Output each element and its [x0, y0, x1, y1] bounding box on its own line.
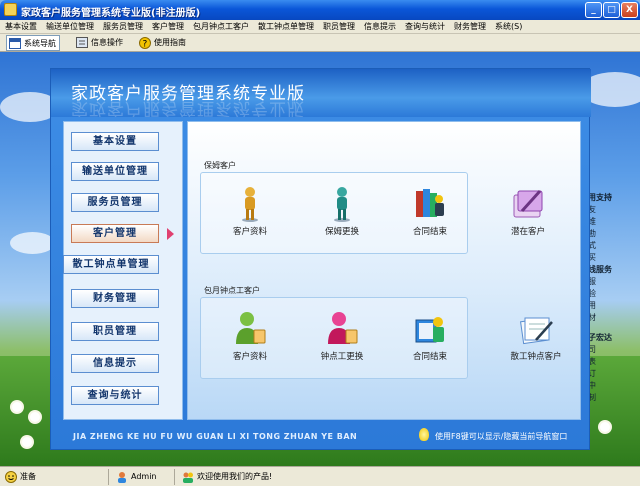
help-icon: ? — [139, 37, 151, 50]
menu-info-alerts[interactable]: 信息提示 — [359, 20, 400, 33]
lightbulb-icon — [419, 428, 429, 441]
status-ready: 准备 — [4, 470, 36, 484]
nav-basic-settings[interactable]: 基本设置 — [71, 132, 159, 151]
notepad-pen-icon — [508, 185, 548, 223]
status-separator — [108, 469, 109, 485]
status-user: Admin — [115, 470, 157, 484]
svg-text:?: ? — [143, 40, 148, 50]
status-bar: 准备 Admin 欢迎使用我们的产品! — [0, 466, 640, 486]
menu-system[interactable]: 系统(S) — [490, 20, 526, 33]
menu-customer[interactable]: 客户管理 — [147, 20, 188, 33]
menu-staff[interactable]: 服务员管理 — [98, 20, 147, 33]
smiley-icon — [5, 471, 17, 483]
books-people-icon — [410, 185, 450, 223]
active-arrow-icon — [167, 228, 174, 240]
status-welcome: 欢迎使用我们的产品! — [181, 470, 272, 484]
content-panel: 保姆客户 客户资料 保姆更换 合同结束 潜在客户 包月钟点工客户 客户资料 钟点… — [187, 121, 581, 420]
toolbar: 系统导航 信息操作 ? 使用指南 — [0, 34, 640, 52]
hourly-worker-replace[interactable]: 钟点工更换 — [312, 310, 372, 362]
app-icon[interactable] — [4, 3, 17, 16]
nav-customer[interactable]: 客户管理 — [71, 224, 159, 243]
status-separator — [174, 469, 175, 485]
user-icon — [116, 471, 128, 483]
potential-customer[interactable]: 潜在客户 — [498, 185, 558, 237]
book-person-icon — [410, 310, 450, 348]
casual-hourly-customer[interactable]: 散工钟点客户 — [498, 310, 574, 362]
nav-finance[interactable]: 财务管理 — [71, 289, 159, 308]
papers-pen-icon — [516, 310, 556, 348]
menu-finance[interactable]: 财务管理 — [449, 20, 490, 33]
window-title: 家政客户服务管理系统专业版(非注册版) — [21, 8, 201, 19]
menu-hourly-orders[interactable]: 散工钟点单管理 — [253, 20, 318, 33]
title-bar[interactable]: 家政客户服务管理系统专业版(非注册版) _ □ X — [0, 0, 640, 20]
flower — [22, 437, 32, 447]
flower — [30, 412, 40, 422]
nav-staff[interactable]: 服务员管理 — [71, 193, 159, 212]
monthly-customer-info[interactable]: 客户资料 — [220, 310, 280, 362]
left-nav-panel: 基本设置 输送单位管理 服务员管理 客户管理 散工钟点单管理 财务管理 职员管理… — [63, 121, 183, 420]
header-banner: 家政客户服务管理系统专业版 家政客户服务管理系统专业版 — [51, 69, 591, 117]
footer-pinyin: JIA ZHENG KE HU FU WU GUAN LI XI TONG ZH… — [73, 432, 358, 441]
flower — [600, 422, 610, 432]
nav-info-alerts[interactable]: 信息提示 — [71, 354, 159, 373]
f8-hint: 使用F8键可以显示/隐藏当前导航窗口 — [435, 432, 568, 441]
people-icon — [182, 471, 194, 483]
monthly-contract-end[interactable]: 合同结束 — [400, 310, 460, 362]
desktop-background: 用支持 友 维 勘 式 买 线服务 服 验 用 材 子宏达 司 表 订 中 制 … — [0, 52, 640, 466]
cloud — [10, 232, 55, 254]
person-pink-bag-icon — [322, 310, 362, 348]
nanny-customer-info[interactable]: 客户资料 — [220, 185, 280, 237]
menu-employees[interactable]: 职员管理 — [318, 20, 359, 33]
header-title-reflection: 家政客户服务管理系统专业版 — [71, 98, 305, 117]
close-button[interactable]: X — [621, 2, 638, 18]
toolbar-navigation-button[interactable]: 系统导航 — [6, 35, 60, 51]
person-gold-icon — [230, 185, 270, 223]
menu-bar: 基本设置 输送单位管理 服务员管理 客户管理 包月钟点工客户 散工钟点单管理 职员管理 信息提… — [0, 20, 640, 34]
nav-delivery-unit[interactable]: 输送单位管理 — [71, 162, 159, 181]
toolbar-help-label: 使用指南 — [154, 38, 186, 47]
person-green-bag-icon — [230, 310, 270, 348]
minimize-button[interactable]: _ — [585, 2, 602, 18]
nav-query-stats[interactable]: 查询与统计 — [71, 386, 159, 405]
menu-query-stats[interactable]: 查询与统计 — [400, 20, 449, 33]
section-title-monthly: 包月钟点工客户 — [204, 286, 260, 295]
toolbar-help-button[interactable]: ? 使用指南 — [137, 35, 186, 51]
info-icon — [76, 37, 88, 48]
navigation-icon — [9, 38, 21, 49]
toolbar-info-button[interactable]: 信息操作 — [74, 35, 123, 51]
person-teal-icon — [322, 185, 362, 223]
nanny-contract-end[interactable]: 合同结束 — [400, 185, 460, 237]
menu-delivery-unit[interactable]: 输送单位管理 — [41, 20, 98, 33]
toolbar-info-label: 信息操作 — [91, 38, 123, 47]
desktop-side-text: 用支持 友 维 勘 式 买 线服务 服 验 用 材 子宏达 司 表 订 中 制 — [588, 193, 612, 402]
toolbar-navigation-label: 系统导航 — [24, 39, 56, 48]
section-title-nanny: 保姆客户 — [204, 161, 236, 170]
nav-hourly-orders[interactable]: 散工钟点单管理 — [63, 255, 159, 274]
navigation-window: 家政客户服务管理系统专业版 家政客户服务管理系统专业版 基本设置 输送单位管理 … — [50, 68, 591, 450]
flower — [12, 402, 22, 412]
maximize-button[interactable]: □ — [603, 2, 620, 18]
nav-employees[interactable]: 职员管理 — [71, 322, 159, 341]
menu-monthly-customer[interactable]: 包月钟点工客户 — [188, 20, 253, 33]
menu-basic-settings[interactable]: 基本设置 — [0, 20, 41, 33]
nanny-replace[interactable]: 保姆更换 — [312, 185, 372, 237]
